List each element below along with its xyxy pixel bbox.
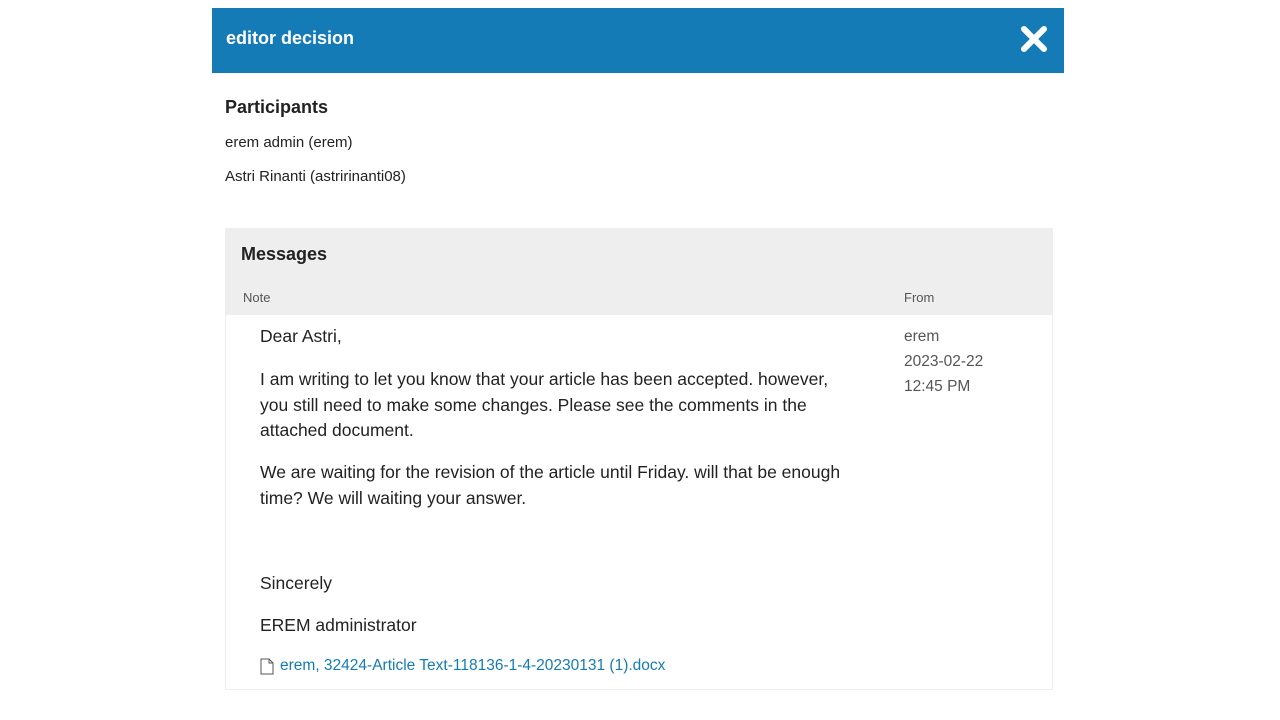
modal-header: editor decision — [212, 8, 1064, 73]
message-greeting: Dear Astri, — [260, 326, 342, 346]
message-body-line: time? We will waiting your answer. — [260, 487, 527, 508]
messages-panel: Messages Note From Dear Astri, I am writ… — [225, 228, 1053, 690]
messages-heading: Messages — [241, 244, 328, 264]
close-icon — [1021, 26, 1047, 52]
message-body-line: I am writing to let you know that your a… — [260, 369, 829, 389]
participant-item: erem admin (erem) — [225, 134, 353, 151]
attachment-link[interactable]: erem, 32424-Article Text-118136-1-4-2023… — [280, 657, 665, 675]
participants-heading: Participants — [225, 97, 329, 117]
modal-title: editor decision — [226, 28, 355, 48]
message-body-line: you still need to make some changes. Ple… — [260, 394, 807, 415]
column-header-note: Note — [243, 290, 271, 305]
message-signature: EREM administrator — [260, 615, 417, 635]
editor-decision-modal: editor decision Participants erem admin … — [212, 8, 1064, 708]
message-from-user: erem — [904, 328, 940, 345]
message-body-line: attached document. — [260, 420, 414, 440]
attachment-file[interactable]: erem, 32424-Article Text-118136-1-4-2023… — [260, 657, 665, 675]
column-header-from: From — [904, 290, 935, 305]
message-time: 12:45 PM — [904, 378, 971, 395]
close-button[interactable] — [1020, 25, 1048, 53]
message-date: 2023-02-22 — [904, 353, 984, 370]
messages-header: Messages Note From — [226, 229, 1052, 315]
message-body-line: We are waiting for the revision of the a… — [260, 462, 841, 482]
message-closing: Sincerely — [260, 573, 332, 593]
file-icon — [260, 658, 274, 674]
participant-item: Astri Rinanti (astririnanti08) — [225, 168, 406, 185]
